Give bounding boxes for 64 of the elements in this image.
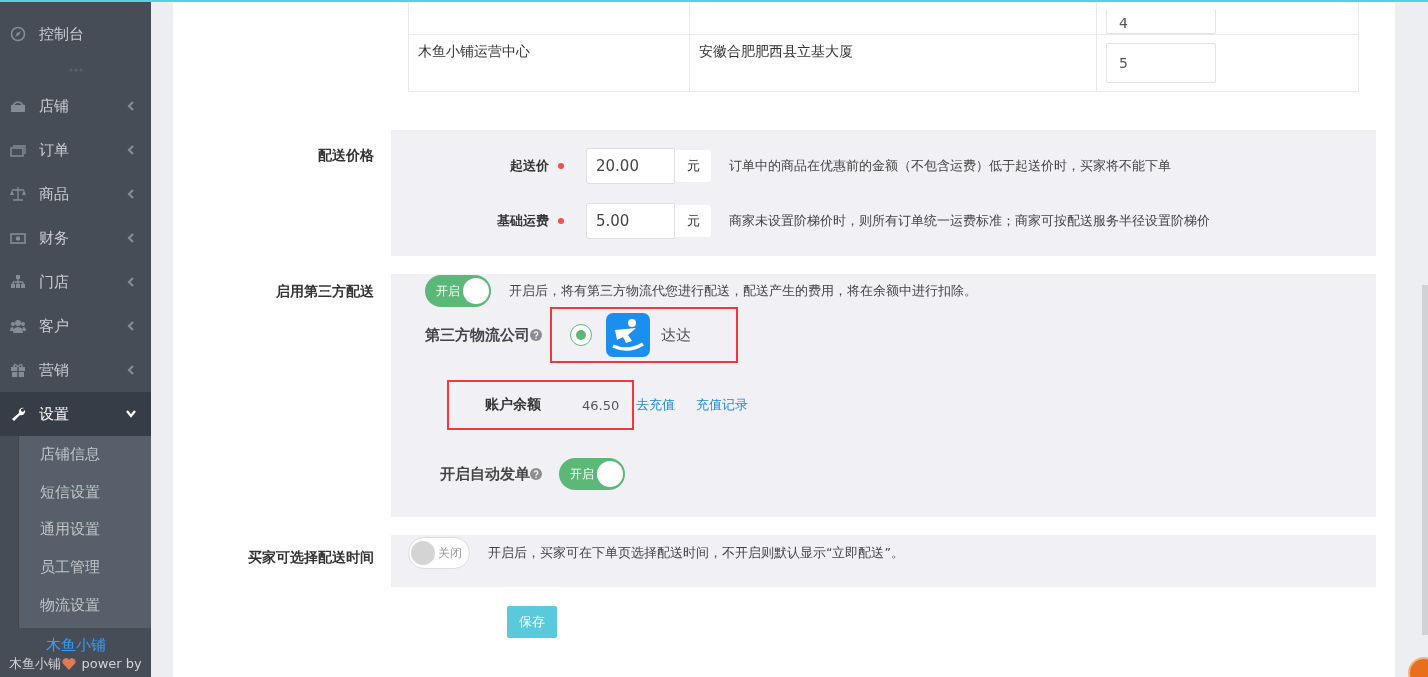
unit-addon: 元 — [675, 205, 711, 237]
chevron-left-icon — [126, 232, 136, 244]
hint-text: 商家未设置阶梯价时，则所有订单统一运费标准；商家可按配送服务半径设置阶梯价 — [729, 212, 1210, 230]
delivery-time-toggle[interactable]: 关闭 — [408, 537, 470, 569]
menu-item-icon — [9, 362, 27, 378]
menu-item-icon — [9, 318, 27, 334]
field-label: 开启自动发单 — [440, 464, 530, 484]
brand-link[interactable]: 木鱼小铺 — [45, 635, 106, 654]
submenu-item[interactable]: 短信设置 — [19, 473, 151, 512]
menu-item-icon — [9, 230, 27, 246]
number-input-field[interactable]: 4 — [1106, 10, 1216, 34]
chevron-left-icon — [126, 188, 136, 200]
recharge-link[interactable]: 去充值 — [636, 396, 675, 414]
field-label: 起送价 — [510, 158, 549, 173]
field-label: 第三方物流公司 — [425, 325, 530, 345]
price-input-field[interactable]: 20.00 — [586, 148, 675, 184]
recharge-link[interactable]: 充值记录 — [696, 396, 748, 414]
chevron-left-icon — [126, 144, 136, 156]
sidebar-item[interactable]: 控制台 — [0, 12, 151, 56]
submenu-item[interactable]: 店铺信息 — [19, 436, 151, 474]
sidebar-item[interactable]: 设置 — [0, 392, 151, 436]
chevron-left-icon — [126, 276, 136, 288]
unit-addon: 元 — [675, 150, 711, 182]
submenu-item[interactable]: 通用设置 — [19, 511, 151, 549]
radio-button[interactable] — [570, 324, 592, 346]
scrollbar-thumb[interactable] — [1422, 285, 1428, 635]
section-label: 启用第三方配送 — [276, 283, 374, 299]
hint-text: 开启后，将有第三方物流代您进行配送，配送产生的费用，将在余额中进行扣除。 — [509, 282, 977, 300]
hint-text: 订单中的商品在优惠前的金额（不包含运费）低于起送价时，买家将不能下单 — [729, 157, 1171, 175]
menu-item-icon — [9, 98, 27, 114]
field-label: 账户余额 — [485, 396, 542, 414]
menu-item-icon — [9, 26, 27, 42]
credit-text: 木鱼小铺 — [9, 654, 62, 673]
menu-item-icon — [9, 274, 27, 290]
section-label: 配送价格 — [318, 147, 374, 163]
sidebar-item[interactable]: 门店 — [0, 260, 151, 304]
hint-text: 开启后，买家可在下单页选择配送时间，不开启则默认显示“立即配送”。 — [488, 544, 904, 562]
submenu-item[interactable]: 员工管理 — [19, 548, 151, 587]
price-input-field[interactable]: 5.00 — [586, 203, 675, 239]
menu-item-icon — [9, 186, 27, 202]
chevron-down-icon — [126, 408, 136, 420]
balance-value: 46.50 — [582, 397, 620, 413]
help-icon[interactable] — [530, 329, 542, 341]
chevron-left-icon — [126, 364, 136, 376]
chevron-left-icon — [126, 100, 136, 112]
company-name: 达达 — [661, 325, 691, 345]
menu-item-icon — [9, 142, 27, 158]
sidebar-item[interactable]: 商品 — [0, 172, 151, 216]
sidebar-item[interactable]: 营销 — [0, 348, 151, 392]
credit-text: power by — [80, 656, 142, 672]
sidebar-item[interactable]: 客户 — [0, 304, 151, 348]
number-input-field[interactable]: 5 — [1106, 43, 1216, 83]
heart-icon — [62, 657, 77, 670]
submenu-item[interactable]: 物流设置 — [19, 586, 151, 624]
field-label: 基础运费 — [497, 213, 549, 228]
sidebar-item[interactable]: 店铺 — [0, 84, 151, 128]
sidebar-item[interactable]: 订单 — [0, 128, 151, 172]
runner-logo-icon — [606, 313, 650, 357]
store-address: 安徽合肥肥西县立基大厦 — [699, 43, 853, 59]
sidebar-item[interactable]: 财务 — [0, 216, 151, 260]
section-label: 买家可选择配送时间 — [248, 549, 374, 565]
help-icon[interactable] — [530, 468, 542, 480]
chevron-left-icon — [126, 320, 136, 332]
store-name: 木鱼小铺运营中心 — [418, 43, 530, 59]
